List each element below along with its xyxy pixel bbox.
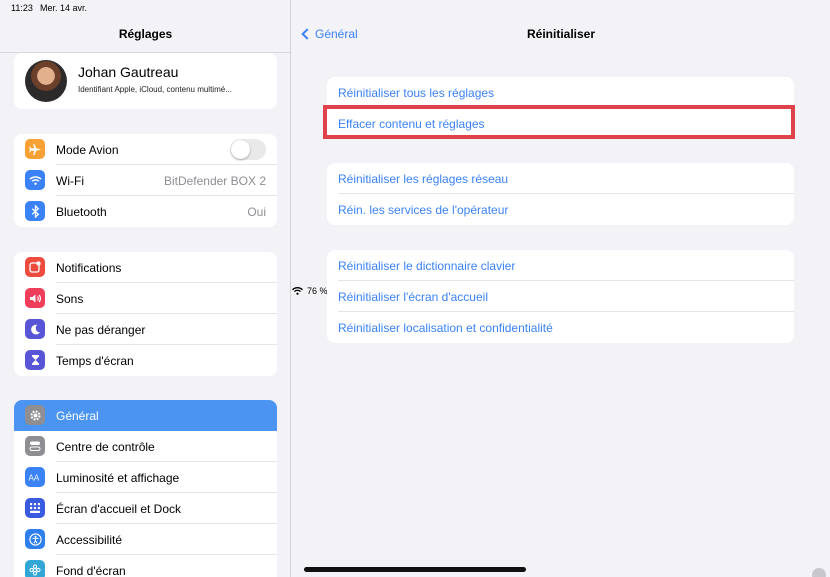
sidebar-item-wallpaper[interactable]: Fond d'écran (14, 555, 277, 577)
sidebar-item-label: Luminosité et affichage (56, 471, 180, 485)
toggle-knob (231, 140, 250, 159)
bluetooth-status-value: Oui (247, 205, 266, 219)
airplane-icon (25, 139, 45, 159)
sidebar-item-label: Bluetooth (56, 205, 107, 219)
svg-text:AA: AA (29, 474, 40, 483)
home-indicator[interactable] (304, 567, 526, 572)
general-group: Général Centre de contrôle AA Luminosité… (14, 400, 277, 577)
profile-name: Johan Gautreau (78, 64, 179, 80)
sidebar-item-label: Notifications (56, 261, 122, 275)
reset-option-label: Réinitialiser l'écran d'accueil (338, 290, 488, 304)
highlight-annotation-box (323, 105, 795, 139)
sidebar-title: Réglages (118, 27, 173, 41)
reset-keyboard-dictionary-button[interactable]: Réinitialiser le dictionnaire clavier (327, 250, 794, 281)
reset-group-network: Réinitialiser les réglages réseau Réin. … (327, 163, 794, 225)
hourglass-icon (25, 350, 45, 370)
airplane-mode-toggle[interactable] (230, 139, 266, 160)
sidebar-item-label: Accessibilité (56, 533, 123, 547)
speaker-icon (25, 288, 45, 308)
sidebar-item-accessibility[interactable]: Accessibilité (14, 524, 277, 555)
sidebar-item-control-center[interactable]: Centre de contrôle (14, 431, 277, 462)
reset-home-screen-button[interactable]: Réinitialiser l'écran d'accueil (327, 281, 794, 312)
sidebar-item-label: Wi-Fi (56, 174, 84, 188)
wifi-network-value: BitDefender BOX 2 (163, 174, 266, 188)
reset-option-label: Réinitialiser le dictionnaire clavier (338, 259, 516, 273)
notifications-icon (25, 257, 45, 277)
reset-option-label: Réinitialiser tous les réglages (338, 86, 495, 100)
sidebar-item-label: Sons (56, 292, 84, 306)
sidebar-item-label: Général (56, 409, 99, 423)
reset-network-settings-button[interactable]: Réinitialiser les réglages réseau (327, 163, 794, 194)
settings-sidebar: Réglages Johan Gautreau Identifiant Appl… (0, 0, 291, 577)
home-screen-icon (25, 498, 45, 518)
sidebar-item-general[interactable]: Général (14, 400, 277, 431)
moon-icon (25, 319, 45, 339)
sidebar-item-label: Mode Avion (56, 143, 119, 157)
sidebar-item-wifi[interactable]: Wi-Fi BitDefender BOX 2 (14, 165, 277, 196)
sidebar-item-home-screen-dock[interactable]: Écran d'accueil et Dock (14, 493, 277, 524)
gear-icon (25, 405, 45, 425)
reset-group-other: Réinitialiser le dictionnaire clavier Ré… (327, 250, 794, 343)
sidebar-item-notifications[interactable]: Notifications (14, 252, 277, 283)
avatar (25, 60, 67, 102)
detail-pane: Général Réinitialiser Réinitialiser tous… (292, 0, 830, 577)
reset-option-label: Réinitialiser les réglages réseau (338, 172, 509, 186)
wallpaper-icon (25, 560, 45, 577)
page-title: Réinitialiser (526, 27, 596, 41)
reset-all-settings-button[interactable]: Réinitialiser tous les réglages (327, 77, 794, 108)
sidebar-item-airplane-mode[interactable]: Mode Avion (14, 134, 277, 165)
sidebar-item-sounds[interactable]: Sons (14, 283, 277, 314)
reset-option-label: Réinitialiser localisation et confidenti… (338, 321, 553, 335)
profile-subtitle: Identifiant Apple, iCloud, contenu multi… (78, 85, 232, 94)
reset-option-label: Réin. les services de l'opérateur (338, 203, 509, 217)
sidebar-item-screen-time[interactable]: Temps d'écran (14, 345, 277, 376)
sidebar-item-bluetooth[interactable]: Bluetooth Oui (14, 196, 277, 227)
notifications-group: Notifications Sons Ne pas déranger Temps… (14, 252, 277, 376)
accessibility-icon (25, 529, 45, 549)
brightness-icon: AA (25, 467, 45, 487)
assistive-touch-dot[interactable] (812, 568, 826, 577)
sidebar-item-display-brightness[interactable]: AA Luminosité et affichage (14, 462, 277, 493)
sidebar-item-label: Fond d'écran (56, 564, 126, 577)
sidebar-item-label: Écran d'accueil et Dock (56, 502, 182, 516)
connectivity-group: Mode Avion Wi-Fi BitDefender BOX 2 Bluet… (14, 134, 277, 227)
sidebar-item-label: Temps d'écran (56, 354, 134, 368)
reset-carrier-services-button[interactable]: Réin. les services de l'opérateur (327, 194, 794, 225)
bluetooth-icon (25, 201, 45, 221)
reset-location-privacy-button[interactable]: Réinitialiser localisation et confidenti… (327, 312, 794, 343)
sidebar-item-do-not-disturb[interactable]: Ne pas déranger (14, 314, 277, 345)
control-center-icon (25, 436, 45, 456)
sidebar-item-label: Ne pas déranger (56, 323, 146, 337)
wifi-icon (25, 170, 45, 190)
sidebar-item-label: Centre de contrôle (56, 440, 155, 454)
profile-card[interactable]: Johan Gautreau Identifiant Apple, iCloud… (14, 53, 277, 109)
